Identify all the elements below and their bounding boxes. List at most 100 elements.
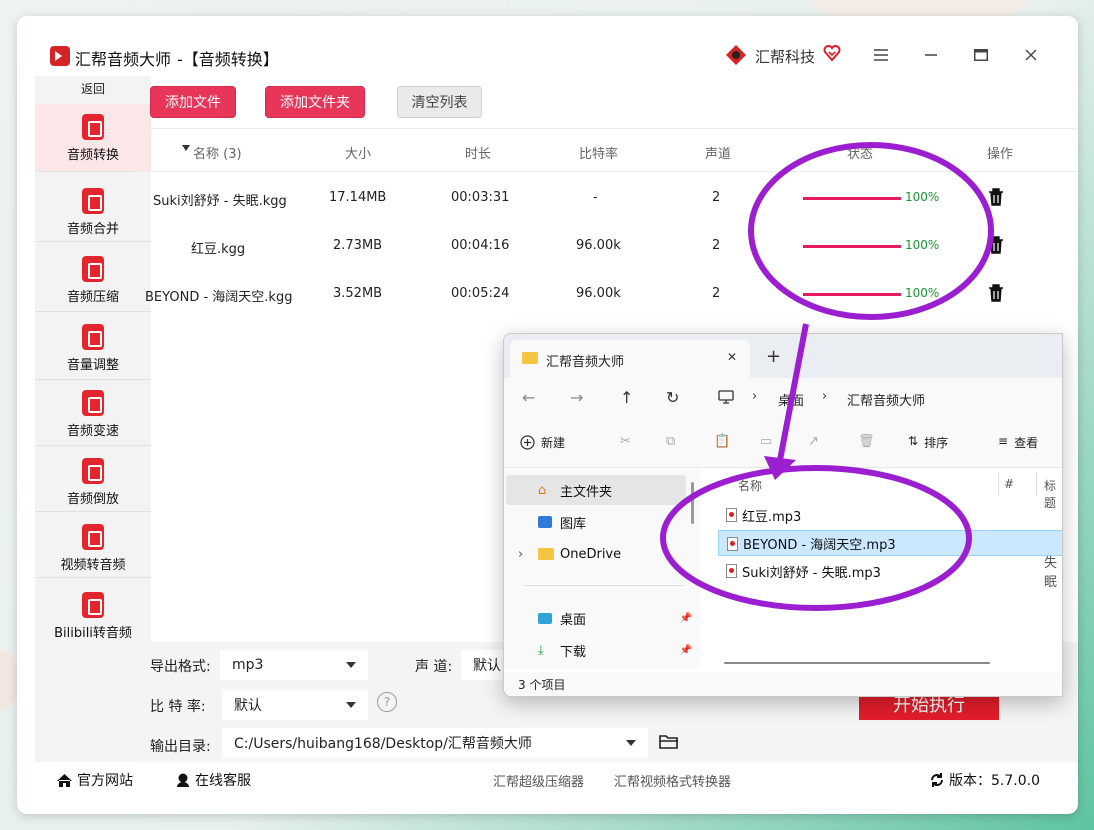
help-icon[interactable]: ? xyxy=(377,692,397,712)
column-header-size: 大小 xyxy=(345,147,372,162)
nav-label: OneDrive xyxy=(560,546,622,562)
website-link[interactable]: 官方网站 xyxy=(56,770,133,790)
file-item-title: 失眠 xyxy=(1044,556,1058,590)
channel-value: 默认 xyxy=(473,658,501,674)
nav-item-gallery[interactable]: 图库 xyxy=(506,507,686,537)
file-item-name: BEYOND - 海阔天空.mp3 xyxy=(743,537,896,553)
brand-name: 汇帮科技 xyxy=(755,48,816,66)
breadcrumb-desktop[interactable]: 桌面 xyxy=(778,390,804,409)
trash-icon[interactable] xyxy=(988,284,1004,302)
monitor-icon[interactable] xyxy=(718,390,734,404)
close-button[interactable] xyxy=(1015,40,1047,70)
copy-icon[interactable]: ⧉ xyxy=(666,434,675,449)
sidebar-item-audio-compress[interactable]: 音频压缩 xyxy=(35,246,151,312)
table-row[interactable]: BEYOND - 海阔天空.kgg 3.52MB 00:05:24 96.00k… xyxy=(135,270,1078,318)
rename-icon[interactable]: ▭ xyxy=(760,434,772,449)
compressor-link[interactable]: 汇帮超级压缩器 xyxy=(493,771,584,790)
file-item[interactable]: Suki刘舒妤 - 失眠.mp3 失眠 xyxy=(718,556,1062,590)
column-header-bitrate: 比特率 xyxy=(579,147,619,162)
sidebar-item-video-to-audio[interactable]: 视频转音频 xyxy=(35,514,151,578)
sidebar: 返回 音频转换 音频合并 音频压缩 音量调整 音频变速 音频倒放 视频转音频 B… xyxy=(35,76,151,762)
app-logo-icon xyxy=(50,46,70,66)
add-folder-button[interactable]: 添加文件夹 xyxy=(265,86,365,118)
output-path-select[interactable]: C:/Users/huibang168/Desktop/汇帮音频大师 xyxy=(222,728,648,758)
sidebar-item-audio-convert[interactable]: 音频转换 xyxy=(35,104,151,172)
sort-icon: ⇅ xyxy=(908,434,919,448)
gallery-icon xyxy=(538,516,552,528)
file-duration: 00:04:16 xyxy=(451,238,510,253)
new-tab-icon[interactable]: + xyxy=(766,346,781,367)
video-icon xyxy=(82,524,104,550)
nav-item-desktop[interactable]: 桌面 📌 xyxy=(506,603,692,633)
horizontal-scrollbar[interactable] xyxy=(724,662,990,664)
file-explorer-window: 汇帮音频大师 ✕ + ← → ↑ ↻ › 桌面 › 汇帮音频大师 新建 ✂ ⧉ … xyxy=(503,333,1063,697)
folder-icon xyxy=(538,548,554,560)
progress-percent: 100% xyxy=(905,286,940,300)
breadcrumb-folder[interactable]: 汇帮音频大师 xyxy=(847,390,925,409)
tab-title: 汇帮音频大师 xyxy=(546,355,625,370)
progress-bar xyxy=(803,197,901,200)
sidebar-item-volume[interactable]: 音量调整 xyxy=(35,314,151,380)
sidebar-item-label: Bilibili转音频 xyxy=(54,626,132,641)
trash-icon[interactable] xyxy=(988,236,1004,254)
menu-button[interactable] xyxy=(865,40,897,70)
download-icon: ⤓ xyxy=(538,642,544,658)
nav-item-downloads[interactable]: ⤓ 下载 📌 xyxy=(506,635,692,665)
back-arrow-icon[interactable]: ← xyxy=(522,388,535,407)
chevron-right-icon[interactable]: › xyxy=(518,547,523,562)
explorer-tab[interactable]: 汇帮音频大师 ✕ xyxy=(510,340,750,378)
microphone-icon xyxy=(82,390,104,416)
add-file-button[interactable]: 添加文件 xyxy=(150,86,236,118)
nav-label: 下载 xyxy=(560,644,587,660)
nav-item-onedrive[interactable]: › OneDrive xyxy=(506,539,686,569)
nav-item-home[interactable]: ⌂ 主文件夹 xyxy=(506,475,686,505)
sidebar-item-label: 视频转音频 xyxy=(60,558,126,573)
bitrate-select[interactable]: 默认 xyxy=(222,690,368,720)
new-button[interactable]: 新建 xyxy=(520,434,565,451)
minimize-button[interactable] xyxy=(915,40,947,70)
heart-icon[interactable] xyxy=(823,44,841,62)
back-button[interactable]: 返回 xyxy=(35,76,151,102)
table-row[interactable]: 红豆.kgg 2.73MB 00:04:16 96.00k 2 100% xyxy=(135,222,1078,270)
table-row[interactable]: Suki刘舒妤 - 失眠.kgg 17.14MB 00:03:31 - 2 10… xyxy=(135,174,1078,222)
maximize-button[interactable] xyxy=(965,40,997,70)
column-header-number[interactable]: # xyxy=(1004,477,1014,491)
nav-label: 图库 xyxy=(560,516,587,532)
clear-list-button[interactable]: 清空列表 xyxy=(397,86,482,118)
delete-icon[interactable]: 🗑 xyxy=(858,434,875,449)
audio-file-icon xyxy=(727,537,738,551)
tab-close-icon[interactable]: ✕ xyxy=(727,350,737,364)
sort-arrow-icon[interactable] xyxy=(182,145,190,151)
sidebar-item-bilibili[interactable]: Bilibili转音频 xyxy=(35,582,151,648)
sidebar-item-audio-merge[interactable]: 音频合并 xyxy=(35,178,151,242)
new-label: 新建 xyxy=(541,436,566,450)
sidebar-item-audio-speed[interactable]: 音频变速 xyxy=(35,380,151,446)
column-header-action: 操作 xyxy=(987,147,1014,162)
audio-convert-icon xyxy=(82,114,104,140)
cut-icon[interactable]: ✂ xyxy=(620,434,631,449)
headset-icon xyxy=(177,773,189,787)
trash-icon[interactable] xyxy=(988,188,1004,206)
pane-divider[interactable] xyxy=(691,482,694,524)
column-divider xyxy=(1036,473,1037,495)
audio-file-icon xyxy=(726,564,737,578)
folder-open-icon[interactable] xyxy=(659,734,679,750)
paste-icon[interactable]: 📋 xyxy=(714,434,730,449)
column-header-name[interactable]: 名称 (3) xyxy=(193,143,242,162)
sort-label: 排序 xyxy=(924,436,949,450)
column-header-name[interactable]: 名称 xyxy=(738,477,762,494)
share-icon[interactable]: ↗ xyxy=(808,434,819,449)
sort-button[interactable]: ⇅ 排序 xyxy=(908,434,948,451)
sidebar-item-audio-reverse[interactable]: 音频倒放 xyxy=(35,448,151,512)
refresh-icon[interactable]: ↻ xyxy=(666,388,679,407)
view-button[interactable]: ≡ 查看 xyxy=(998,434,1038,451)
up-arrow-icon[interactable]: ↑ xyxy=(620,388,633,407)
sidebar-item-label: 音频转换 xyxy=(66,148,119,163)
sidebar-item-label: 音量调整 xyxy=(66,358,119,373)
support-link[interactable]: 在线客服 xyxy=(175,770,251,790)
format-select[interactable]: mp3 xyxy=(220,650,368,680)
forward-arrow-icon[interactable]: → xyxy=(570,388,583,407)
file-item[interactable]: BEYOND - 海阔天空.mp3 xyxy=(718,530,1062,556)
video-converter-link[interactable]: 汇帮视频格式转换器 xyxy=(614,771,731,790)
file-item[interactable]: 红豆.mp3 xyxy=(718,502,1062,528)
